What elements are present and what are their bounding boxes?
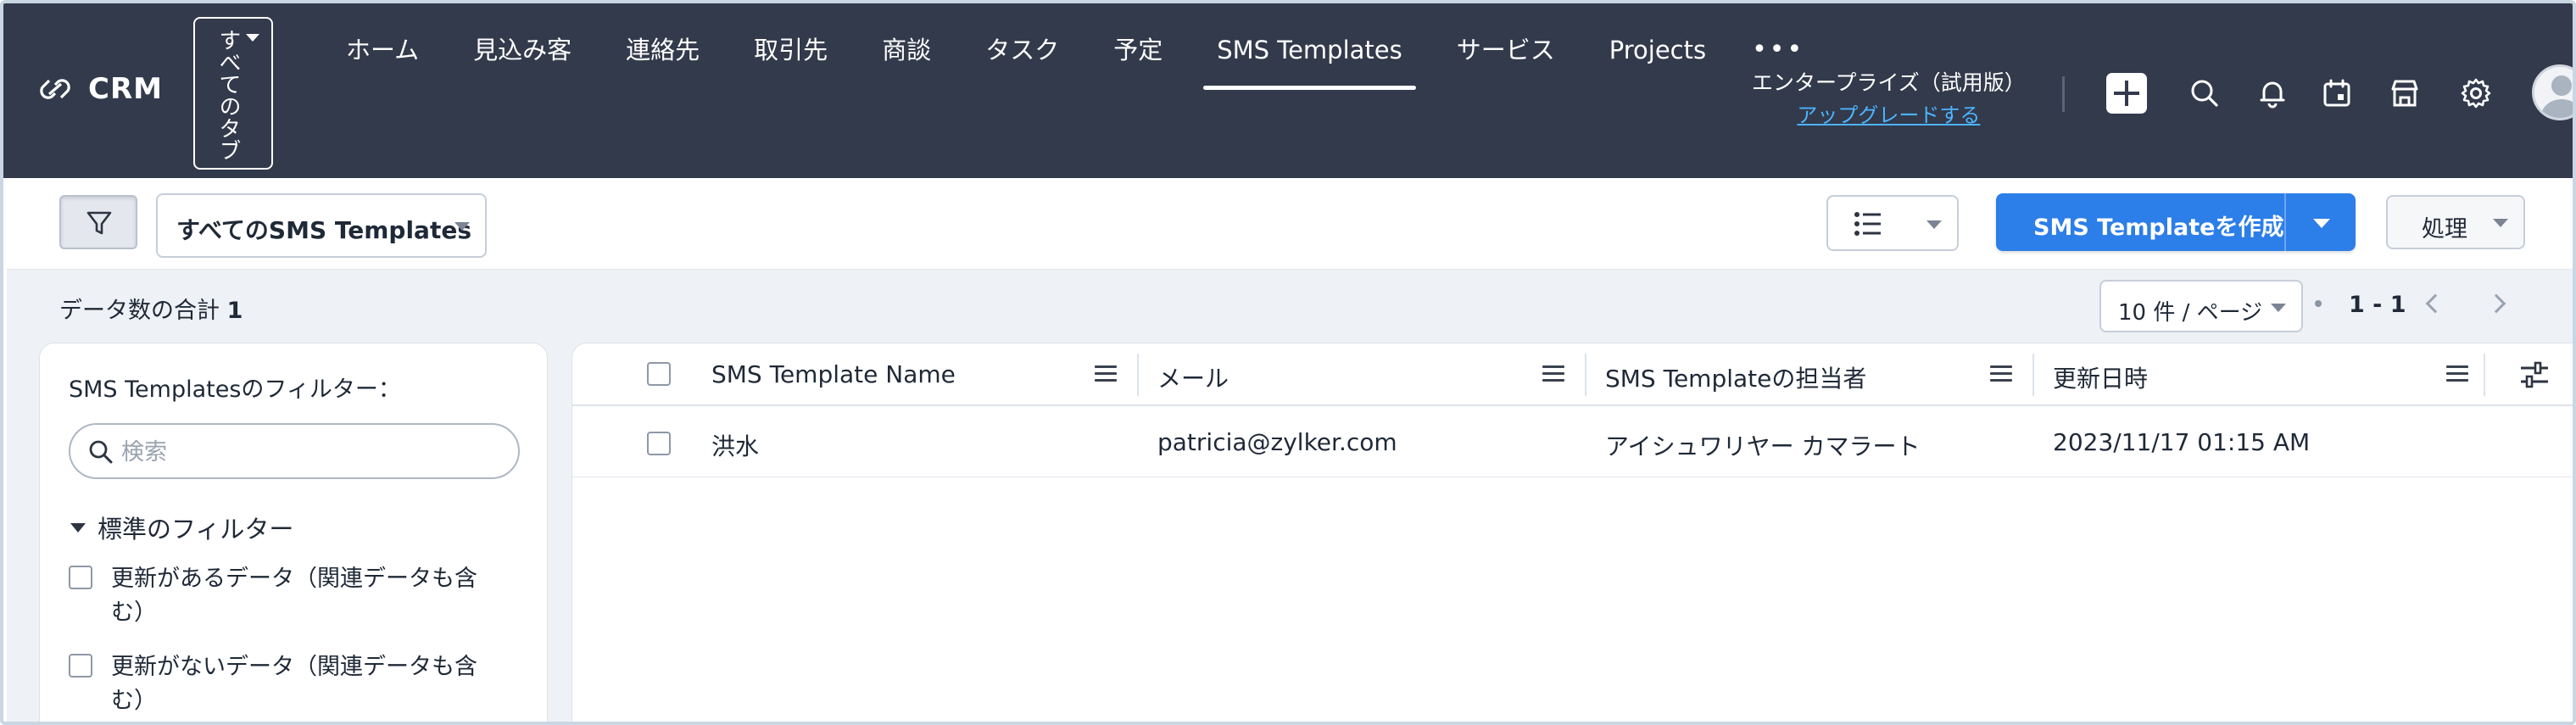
cell-owner: アイシュワリヤー カマラート <box>1605 432 1921 460</box>
list-view-icon <box>1854 212 1881 236</box>
record-count: データ数の合計 1 <box>59 292 243 325</box>
divider <box>2315 300 2322 307</box>
chevron-down-icon <box>246 34 259 42</box>
search-icon <box>89 440 113 464</box>
filter-search-box[interactable] <box>69 423 520 479</box>
column-menu-icon[interactable] <box>2446 365 2468 382</box>
column-header-owner[interactable]: SMS Templateの担当者 <box>1586 343 2034 406</box>
column-header-modified-time[interactable]: 更新日時 <box>2034 343 2484 406</box>
chevron-down-icon <box>1926 220 1942 229</box>
custom-view-label: すべてのSMS Templates <box>176 216 471 244</box>
search-icon[interactable] <box>2188 76 2222 110</box>
cell-template-name[interactable]: 洪水 <box>711 428 759 462</box>
row-checkbox[interactable] <box>647 432 671 455</box>
filter-search-input[interactable] <box>121 433 494 471</box>
table-header: SMS Template Name メール SMS Templateの担当者 更… <box>572 343 2573 406</box>
filter-item-label: 更新があるデータ（関連データも含む） <box>111 566 477 626</box>
list-toolbar: すべてのSMS Templates SMS Templateを作成 処理 <box>7 178 2573 270</box>
crm-logo-text: CRM <box>88 72 163 106</box>
tab-accounts[interactable]: 取引先 <box>727 31 855 90</box>
chevron-left-icon[interactable] <box>2425 293 2445 314</box>
custom-view-select[interactable]: すべてのSMS Templates <box>156 193 487 258</box>
record-count-value: 1 <box>226 298 243 324</box>
module-tabs: ホーム 見込み客 連絡先 取引先 商談 タスク 予定 SMS Templates… <box>319 31 1823 90</box>
tab-events[interactable]: 予定 <box>1086 31 1190 90</box>
record-count-label: データ数の合計 <box>59 298 220 324</box>
crm-logo[interactable]: CRM <box>34 68 163 110</box>
column-header-label: SMS Template Name <box>711 360 956 388</box>
create-button-label: SMS Templateを作成 <box>2033 215 2284 241</box>
column-menu-icon[interactable] <box>1095 365 1117 382</box>
filter-toggle-button[interactable] <box>59 195 137 249</box>
standard-filters-label: 標準のフィルター <box>98 515 294 544</box>
create-sms-template-button[interactable]: SMS Templateを作成 <box>1996 193 2356 251</box>
top-navigation-bar: CRM すべてのタブ ホーム 見込み客 連絡先 取引先 商談 タスク 予定 SM… <box>3 3 2573 178</box>
filter-item-label: 更新がないデータ（関連データも含む） <box>111 654 477 714</box>
page-range: 1 - 1 <box>2349 292 2406 318</box>
column-settings-icon[interactable] <box>2519 360 2550 389</box>
filter-panel-title: SMS Templatesのフィルター： <box>69 376 401 403</box>
column-header-name[interactable]: SMS Template Name <box>693 343 1137 406</box>
filter-item[interactable]: 更新がないデータ（関連データも含む） <box>69 650 510 718</box>
chevron-right-icon[interactable] <box>2486 293 2506 314</box>
table-row[interactable]: 洪水 patricia@zylker.com アイシュワリヤー カマラート 20… <box>572 408 2573 477</box>
all-tabs-button[interactable]: すべてのタブ <box>193 17 273 170</box>
view-mode-button[interactable] <box>1826 195 1959 251</box>
column-header-email[interactable]: メール <box>1139 343 1586 406</box>
column-divider <box>2484 354 2485 396</box>
standard-filters-toggle[interactable]: 標準のフィルター <box>70 510 293 545</box>
actions-button[interactable]: 処理 <box>2386 195 2525 249</box>
records-per-page-label: 10 件 / ページ <box>2118 300 2263 326</box>
gear-icon[interactable] <box>2459 76 2493 110</box>
column-menu-icon[interactable] <box>1542 365 1564 382</box>
filter-icon <box>86 211 112 235</box>
chevron-down-icon <box>454 222 470 231</box>
column-header-label: SMS Templateの担当者 <box>1605 365 1867 393</box>
tab-home[interactable]: ホーム <box>319 31 446 90</box>
divider <box>2284 193 2286 251</box>
all-tabs-label: すべてのタブ <box>215 29 241 161</box>
bell-icon[interactable] <box>2255 76 2289 110</box>
records-per-page-select[interactable]: 10 件 / ページ <box>2099 280 2303 332</box>
tab-projects[interactable]: Projects <box>1582 31 1733 90</box>
column-header-label: 更新日時 <box>2053 365 2149 393</box>
chevron-down-icon <box>2493 219 2508 227</box>
tab-deals[interactable]: 商談 <box>855 31 958 90</box>
crm-logo-icon <box>40 79 70 99</box>
tab-leads[interactable]: 見込み客 <box>446 31 599 90</box>
marketplace-icon[interactable] <box>2388 76 2422 110</box>
filter-checkbox[interactable] <box>69 566 92 589</box>
select-all-checkbox[interactable] <box>647 362 671 386</box>
edition-info: エンタープライズ（試用版） アップグレードする <box>1752 66 2026 128</box>
cell-email: patricia@zylker.com <box>1157 428 1397 456</box>
avatar[interactable] <box>2532 64 2573 120</box>
create-options-chevron-icon[interactable] <box>2313 219 2330 228</box>
upgrade-link[interactable]: アップグレードする <box>1752 98 2026 128</box>
tab-contacts[interactable]: 連絡先 <box>599 31 727 90</box>
divider <box>2062 76 2065 112</box>
records-table: SMS Template Name メール SMS Templateの担当者 更… <box>572 343 2573 722</box>
tab-sms-templates[interactable]: SMS Templates <box>1190 31 1430 90</box>
content-area: データ数の合計 1 10 件 / ページ 1 - 1 SMS Templates… <box>7 270 2573 722</box>
filter-item[interactable]: 更新があるデータ（関連データも含む） <box>69 562 510 630</box>
tab-services[interactable]: サービス <box>1430 31 1582 90</box>
edition-name: エンタープライズ（試用版） <box>1752 70 2026 95</box>
plus-icon[interactable] <box>2106 73 2147 114</box>
filter-panel: SMS Templatesのフィルター： 標準のフィルター 更新があるデータ（関… <box>39 343 548 722</box>
caret-down-icon <box>70 522 86 533</box>
chevron-down-icon <box>2271 304 2286 312</box>
column-header-label: メール <box>1157 365 1229 393</box>
filter-checkbox[interactable] <box>69 654 92 678</box>
column-menu-icon[interactable] <box>1990 365 2012 382</box>
cell-modified-time: 2023/11/17 01:15 AM <box>2053 428 2311 456</box>
tab-tasks[interactable]: タスク <box>958 31 1086 90</box>
calendar-icon[interactable] <box>2320 76 2354 110</box>
actions-label: 処理 <box>2422 216 2467 243</box>
app-window: CRM すべてのタブ ホーム 見込み客 連絡先 取引先 商談 タスク 予定 SM… <box>0 0 2576 725</box>
